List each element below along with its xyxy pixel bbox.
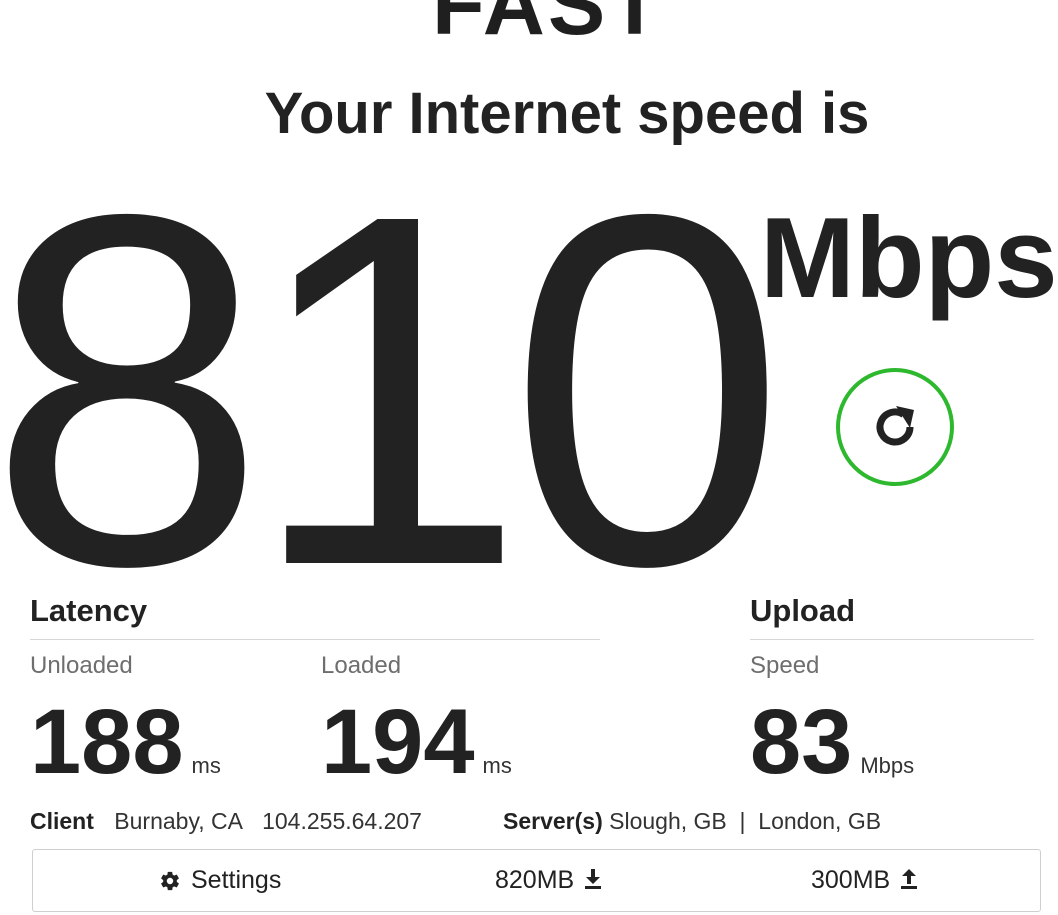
client-location: Burnaby, CA bbox=[114, 808, 242, 834]
download-speed-value: 810 bbox=[0, 110, 786, 669]
loaded-latency-value: 194 bbox=[321, 691, 475, 793]
settings-button[interactable]: Settings bbox=[159, 850, 281, 911]
upload-title: Upload bbox=[750, 593, 856, 628]
loaded-latency-metric: 194 ms bbox=[321, 696, 512, 788]
latency-divider bbox=[30, 639, 600, 640]
client-info: Client Burnaby, CA 104.255.64.207 bbox=[30, 810, 422, 833]
upload-speed-unit: Mbps bbox=[860, 753, 915, 778]
upload-size-item: 300MB bbox=[811, 850, 918, 911]
upload-speed-value: 83 bbox=[750, 691, 853, 793]
latency-title: Latency bbox=[30, 593, 148, 628]
refresh-button[interactable] bbox=[836, 368, 954, 486]
client-label: Client bbox=[30, 808, 94, 834]
client-ip: 104.255.64.207 bbox=[262, 808, 422, 834]
upload-divider bbox=[750, 639, 1034, 640]
download-speed-units: Mbps bbox=[760, 195, 1058, 322]
download-size: 820MB bbox=[495, 866, 575, 894]
upload-arrow-icon bbox=[901, 868, 918, 889]
gear-icon bbox=[161, 871, 179, 890]
fast-logo[interactable]: FAST bbox=[432, 0, 664, 48]
download-size-item: 820MB bbox=[495, 850, 602, 911]
loaded-label: Loaded bbox=[321, 652, 402, 679]
settings-label: Settings bbox=[191, 866, 282, 894]
server-info: Server(s) Slough, GB | London, GB bbox=[503, 810, 881, 833]
unloaded-latency-metric: 188 ms bbox=[30, 696, 221, 788]
speed-test-page: FAST Your Internet speed is 810 Mbps Lat… bbox=[0, 0, 1058, 915]
refresh-icon bbox=[876, 406, 914, 446]
loaded-latency-unit: ms bbox=[482, 753, 512, 778]
unloaded-label: Unloaded bbox=[30, 652, 133, 679]
servers-label: Server(s) bbox=[503, 808, 603, 834]
upload-speed-metric: 83 Mbps bbox=[750, 696, 914, 788]
server-locations: Slough, GB | London, GB bbox=[609, 808, 882, 834]
unloaded-latency-value: 188 bbox=[30, 691, 184, 793]
download-arrow-icon bbox=[585, 868, 602, 889]
upload-speed-label: Speed bbox=[750, 652, 820, 679]
upload-size: 300MB bbox=[811, 866, 891, 894]
settings-bar: Settings 820MB 300MB bbox=[32, 849, 1041, 912]
unloaded-latency-unit: ms bbox=[191, 753, 221, 778]
